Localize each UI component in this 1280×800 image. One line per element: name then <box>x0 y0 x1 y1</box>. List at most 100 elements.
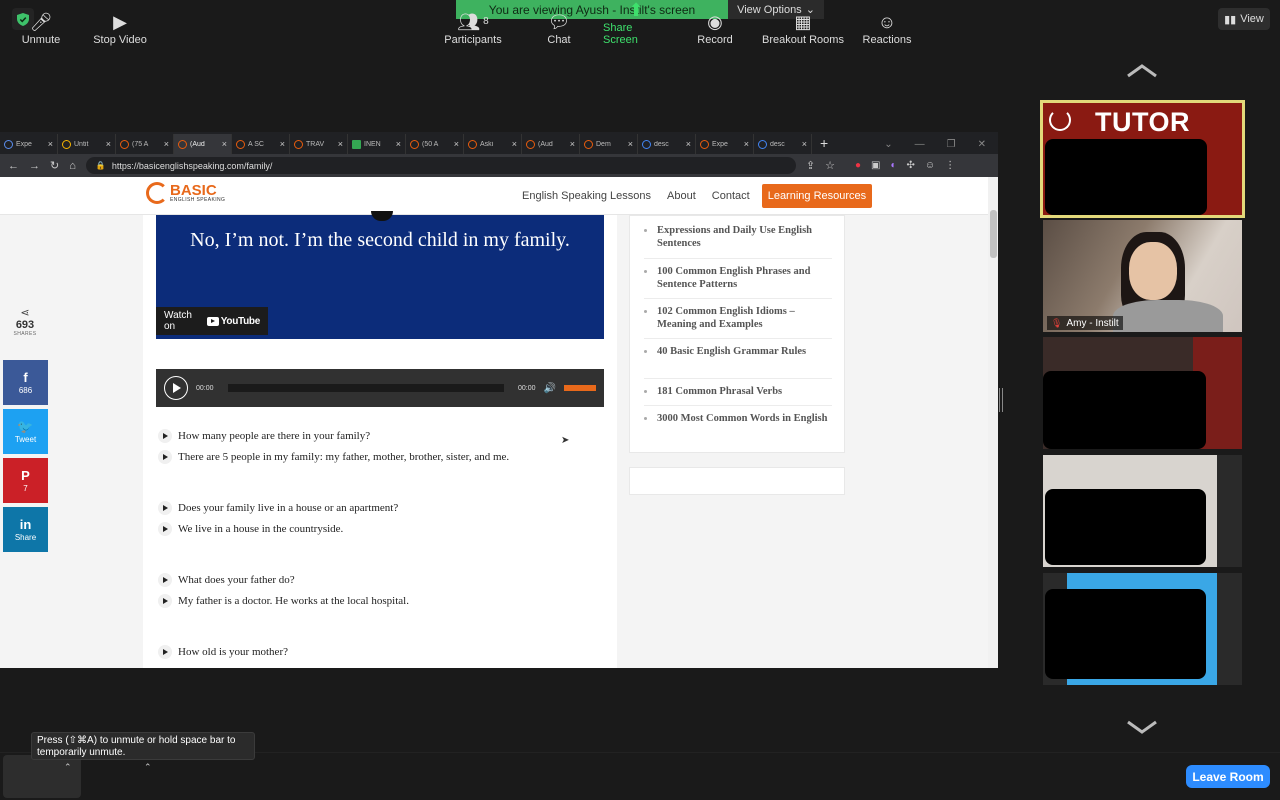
sidebar-link[interactable]: 40 Basic English Grammar Rules <box>644 345 832 358</box>
sidebar-link[interactable]: 3000 Most Common Words in English <box>644 412 832 425</box>
restore-icon[interactable]: ❐ <box>947 139 956 150</box>
puzzle-icon[interactable]: ✣ <box>907 160 915 171</box>
page-scrollbar-thumb[interactable] <box>990 210 997 258</box>
qa-line[interactable]: What does your father do? <box>158 573 295 587</box>
tab-close-icon[interactable]: × <box>396 139 401 149</box>
audio-progress-bar[interactable] <box>227 384 505 392</box>
browser-tab[interactable]: (75 A × <box>116 134 174 154</box>
line-play-icon[interactable] <box>158 429 172 443</box>
participants-button[interactable]: 👥︎ 8 Participants <box>443 6 503 46</box>
back-icon[interactable]: ← <box>8 160 19 172</box>
participant-video-tile[interactable] <box>1043 573 1242 685</box>
tab-close-icon[interactable]: × <box>222 139 227 149</box>
participant-video-tile[interactable] <box>1043 455 1242 567</box>
line-play-icon[interactable] <box>158 594 172 608</box>
line-play-icon[interactable] <box>158 573 172 587</box>
tab-close-icon[interactable]: × <box>744 139 749 149</box>
reactions-button[interactable]: ☺︎ Reactions <box>862 6 912 46</box>
volume-slider[interactable] <box>564 385 596 391</box>
pinterest-share-button[interactable]: P 7 <box>3 458 48 503</box>
browser-tab[interactable]: Aski × <box>464 134 522 154</box>
tutor-video-tile[interactable]: TUTOR <box>1040 100 1245 218</box>
participant-video-tile-amy[interactable]: 🎙 Amy - Instilt <box>1043 220 1242 332</box>
participant-video-tile[interactable] <box>1043 337 1242 449</box>
browser-tab[interactable]: A SC × <box>232 134 290 154</box>
nav-about[interactable]: About <box>659 185 704 207</box>
line-play-icon[interactable] <box>158 645 172 659</box>
audio-options-caret-icon[interactable]: ⌃ <box>64 762 72 773</box>
tab-close-icon[interactable]: × <box>512 139 517 149</box>
chat-button[interactable]: 💬︎ Chat <box>544 6 574 46</box>
leave-room-button[interactable]: Leave Room <box>1186 765 1270 788</box>
record-button[interactable]: ◉ Record <box>697 6 733 46</box>
qa-line[interactable]: Does your family live in a house or an a… <box>158 501 398 515</box>
site-logo[interactable]: BASIC ENGLISH SPEAKING <box>146 182 225 204</box>
tab-close-icon[interactable]: × <box>106 139 111 149</box>
youtube-video[interactable]: No, I’m not. I’m the second child in my … <box>156 211 604 339</box>
tab-close-icon[interactable]: × <box>338 139 343 149</box>
tab-close-icon[interactable]: × <box>628 139 633 149</box>
tab-close-icon[interactable]: × <box>570 139 575 149</box>
browser-tab[interactable]: desc × <box>754 134 812 154</box>
sidebar-link[interactable]: 181 Common Phrasal Verbs <box>644 385 832 398</box>
browser-tab[interactable]: (50 A × <box>406 134 464 154</box>
video-play-icon[interactable] <box>371 211 393 221</box>
tab-search-icon[interactable]: ⌄ <box>884 139 892 150</box>
volume-icon[interactable]: 🔊 <box>544 383 556 394</box>
watch-on-youtube-button[interactable]: Watch on YouTube <box>156 307 268 335</box>
browser-tab[interactable]: Expe × <box>696 134 754 154</box>
extension-icon[interactable]: ● <box>855 160 861 171</box>
scroll-down-icon[interactable] <box>1126 720 1158 736</box>
browser-tab[interactable]: Untit × <box>58 134 116 154</box>
tab-close-icon[interactable]: × <box>48 139 53 149</box>
audio-play-button[interactable] <box>164 376 188 400</box>
qa-line[interactable]: There are 5 people in my family: my fath… <box>158 450 509 464</box>
browser-tab[interactable]: (Aud × <box>174 134 232 154</box>
linkedin-share-button[interactable]: in Share <box>3 507 48 552</box>
view-button[interactable]: ▮▮ View <box>1218 8 1270 30</box>
browser-tab[interactable]: desc × <box>638 134 696 154</box>
line-play-icon[interactable] <box>158 450 172 464</box>
menu-icon[interactable]: ⋮ <box>945 160 955 171</box>
qa-line[interactable]: How many people are there in your family… <box>158 429 370 443</box>
tab-close-icon[interactable]: × <box>280 139 285 149</box>
tab-close-icon[interactable]: × <box>802 139 807 149</box>
breakout-rooms-button[interactable]: ▦ Breakout Rooms <box>761 6 845 46</box>
tab-close-icon[interactable]: × <box>454 139 459 149</box>
reload-icon[interactable]: ↻ <box>50 159 59 172</box>
bookmark-star-icon[interactable]: ☆ <box>825 159 835 172</box>
stop-video-button[interactable]: ▶︎ Stop Video <box>92 6 148 46</box>
home-icon[interactable]: ⌂ <box>69 160 76 172</box>
close-window-icon[interactable]: ✕ <box>978 139 986 150</box>
extension-icon[interactable]: ◐ <box>890 160 896 171</box>
share-icon[interactable]: ⇪ <box>806 159 815 172</box>
resize-handle[interactable] <box>999 388 1003 412</box>
browser-tab[interactable]: TRAV × <box>290 134 348 154</box>
sidebar-link[interactable]: 102 Common English Idioms – Meaning and … <box>644 305 832 331</box>
nav-english-speaking-lessons[interactable]: English Speaking Lessons <box>514 185 659 207</box>
facebook-share-button[interactable]: f 686 <box>3 360 48 405</box>
line-play-icon[interactable] <box>158 522 172 536</box>
sidebar-link[interactable]: Expressions and Daily Use English Senten… <box>644 224 832 250</box>
nav-contact[interactable]: Contact <box>704 185 758 207</box>
browser-tab[interactable]: INEN × <box>348 134 406 154</box>
line-play-icon[interactable] <box>158 501 172 515</box>
nav-learning-resources[interactable]: Learning Resources <box>761 184 873 208</box>
new-tab-icon[interactable]: + <box>812 134 836 154</box>
qa-line[interactable]: How old is your mother? <box>158 645 288 659</box>
qa-line[interactable]: We live in a house in the countryside. <box>158 522 343 536</box>
unmute-button[interactable]: 🎤︎ Unmute <box>21 6 61 46</box>
profile-icon[interactable]: ☺ <box>925 160 935 171</box>
browser-tab[interactable]: Expe × <box>0 134 58 154</box>
share-screen-button[interactable]: ⬆︎ Share Screen <box>603 1 669 46</box>
twitter-share-button[interactable]: 🐦 Tweet <box>3 409 48 454</box>
tab-close-icon[interactable]: × <box>164 139 169 149</box>
minimize-icon[interactable]: — <box>915 139 925 150</box>
address-bar[interactable]: 🔒 https://basicenglishspeaking.com/famil… <box>85 157 796 174</box>
video-options-caret-icon[interactable]: ⌃ <box>144 762 152 773</box>
sidebar-link[interactable]: 100 Common English Phrases and Sentence … <box>644 265 832 291</box>
extension-icon[interactable]: ▣ <box>871 160 880 171</box>
tab-close-icon[interactable]: × <box>686 139 691 149</box>
browser-tab[interactable]: (Aud × <box>522 134 580 154</box>
forward-icon[interactable]: → <box>29 160 40 172</box>
